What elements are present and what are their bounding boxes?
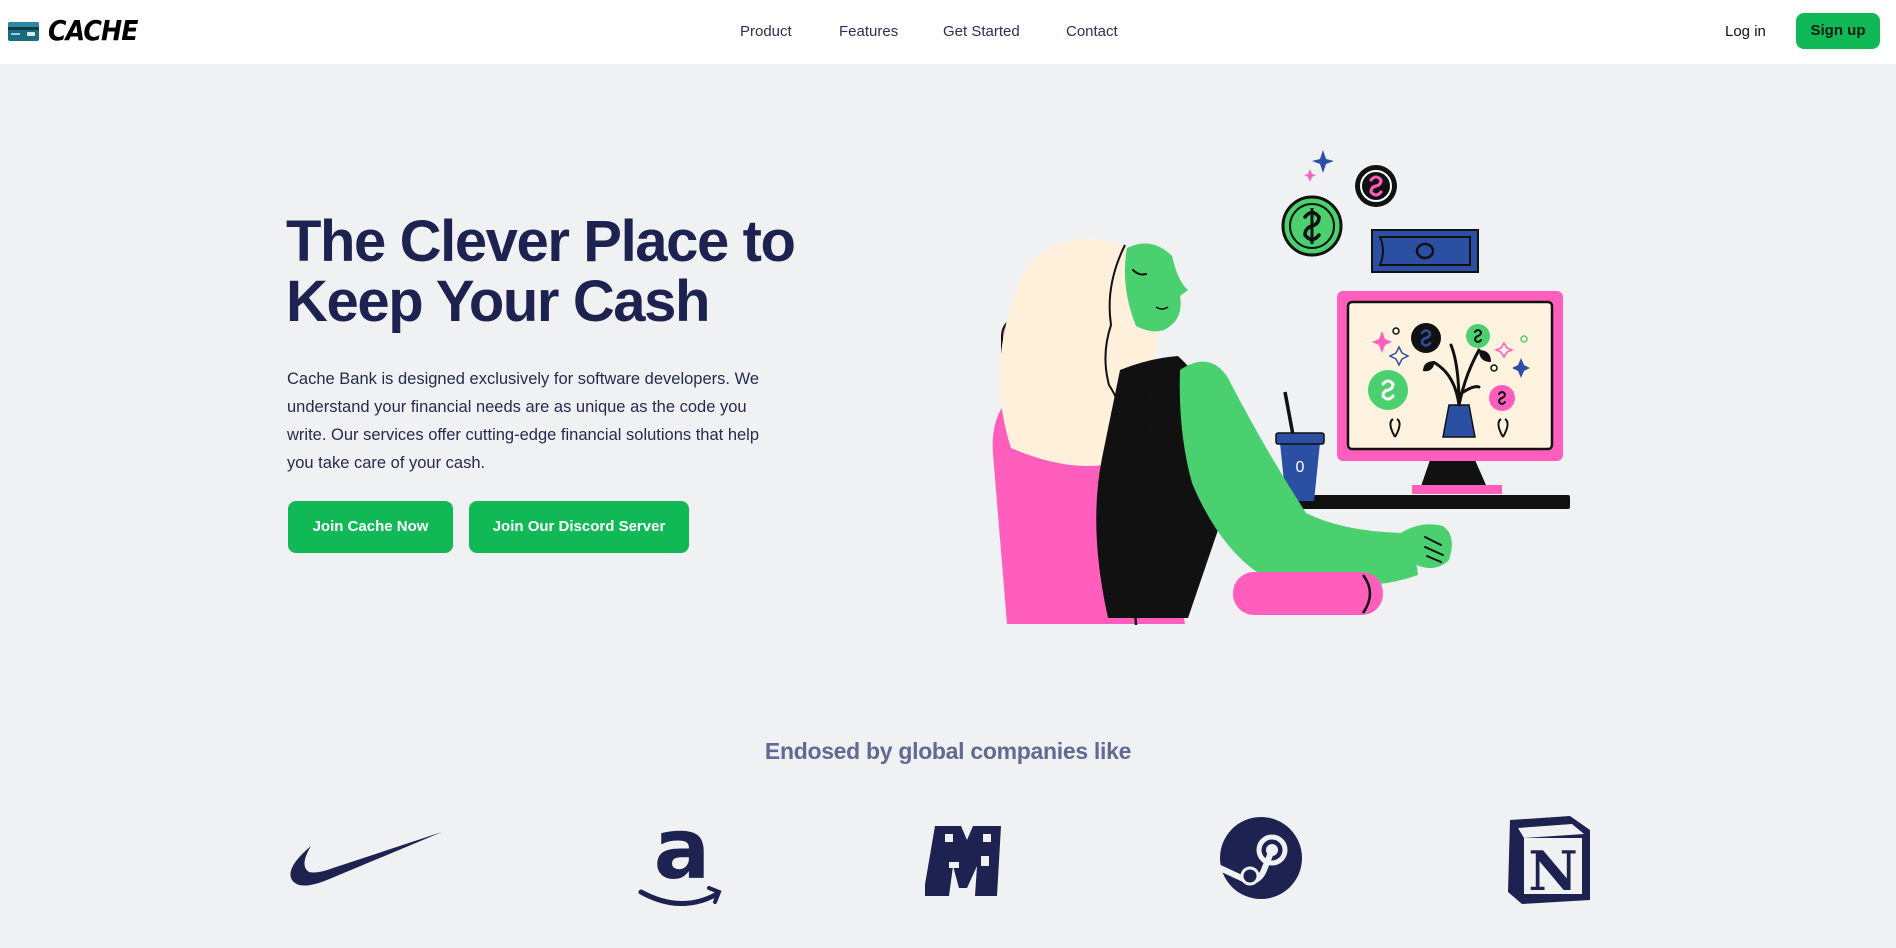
amazon-icon: a bbox=[638, 810, 722, 906]
nav-get-started[interactable]: Get Started bbox=[943, 22, 1020, 42]
minecraft-icon bbox=[925, 826, 1001, 896]
steam-icon bbox=[1217, 817, 1302, 899]
join-cache-button[interactable]: Join Cache Now bbox=[288, 501, 453, 553]
coin-icon bbox=[1355, 165, 1397, 207]
coin-icon bbox=[1281, 195, 1343, 257]
join-discord-button[interactable]: Join Our Discord Server bbox=[469, 501, 689, 553]
nav-product[interactable]: Product bbox=[740, 22, 792, 42]
svg-text:a: a bbox=[654, 810, 711, 898]
banknote-icon bbox=[1371, 229, 1479, 273]
endorsed-heading: Endosed by global companies like bbox=[764, 738, 1132, 764]
nav-contact[interactable]: Contact bbox=[1066, 22, 1118, 42]
nav-features[interactable]: Features bbox=[839, 22, 898, 42]
notion-icon: N bbox=[1508, 816, 1590, 904]
svg-text:0: 0 bbox=[1296, 459, 1305, 476]
signup-button[interactable]: Sign up bbox=[1796, 13, 1880, 49]
login-link[interactable]: Log in bbox=[1725, 22, 1766, 42]
hero-description: Cache Bank is designed exclusively for s… bbox=[287, 370, 760, 472]
svg-text:N: N bbox=[1528, 839, 1577, 903]
nike-icon bbox=[290, 832, 442, 886]
top-navigation-bar: CACHE Product Features Get Started Conta… bbox=[0, 0, 1896, 64]
hero-title: The Clever Place to Keep Your Cash bbox=[286, 209, 796, 334]
hero-illustration: 0 bbox=[992, 150, 1570, 625]
main-nav: Product Features Get Started Contact bbox=[0, 22, 1896, 42]
